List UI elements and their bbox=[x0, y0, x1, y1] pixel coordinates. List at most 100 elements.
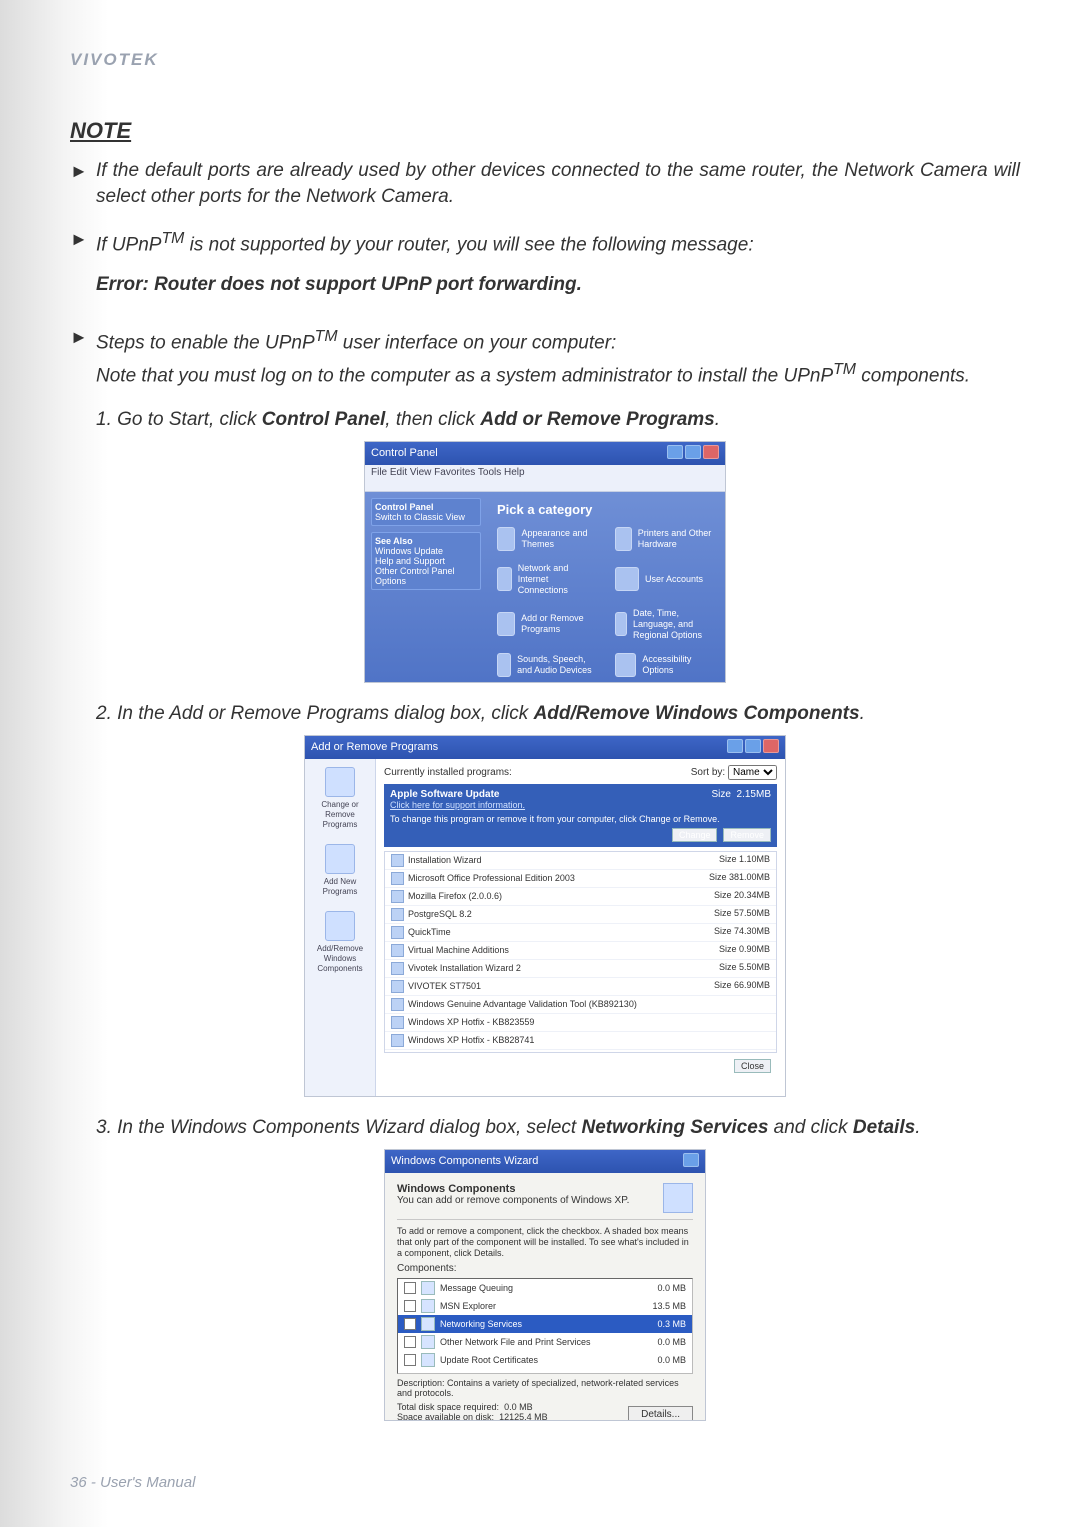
wiz-component-row[interactable]: Update Root Certificates 0.0 MB bbox=[398, 1351, 692, 1369]
label: Network and Internet Connections bbox=[518, 563, 597, 596]
wiz-component-row[interactable]: Networking Services0.3 MB bbox=[398, 1315, 692, 1333]
upnp-error-line: Error: Router does not support UPnP port… bbox=[96, 274, 1020, 296]
wiz-component-row[interactable]: Other Network File and Print Services0.0… bbox=[398, 1333, 692, 1351]
programs-icon bbox=[325, 767, 355, 797]
arp-program-row[interactable]: Vivotek Installation Wizard 2Size 5.50MB bbox=[385, 960, 776, 978]
window-buttons[interactable] bbox=[665, 445, 719, 462]
maximize-icon[interactable] bbox=[745, 739, 761, 753]
note-text-2: If UPnPTM is not supported by your route… bbox=[96, 226, 754, 258]
category-icon bbox=[615, 567, 639, 591]
program-name: Windows XP Hotfix - KB823559 bbox=[408, 1017, 534, 1027]
maximize-icon[interactable] bbox=[685, 445, 701, 459]
note-heading: NOTE bbox=[70, 118, 1020, 144]
tm-superscript: TM bbox=[833, 361, 856, 378]
cp-category-item[interactable]: Appearance and Themes bbox=[497, 527, 597, 551]
cp-category-item[interactable]: Sounds, Speech, and Audio Devices bbox=[497, 653, 597, 677]
arp-selected-program[interactable]: Apple Software Update Size 2.15MB Click … bbox=[384, 784, 777, 847]
arp-program-row[interactable]: VIVOTEK ST7501Size 66.90MB bbox=[385, 978, 776, 996]
window-buttons[interactable] bbox=[681, 1153, 699, 1170]
step-2-text: 2. In the Add or Remove Programs dialog … bbox=[96, 701, 1020, 727]
label: Total disk space required: bbox=[397, 1402, 499, 1412]
wiz-components-list[interactable]: Message Queuing0.0 MBMSN Explorer13.5 MB… bbox=[397, 1278, 693, 1374]
cp-category-item[interactable]: User Accounts bbox=[615, 563, 715, 596]
cp-category-item[interactable]: Date, Time, Language, and Regional Optio… bbox=[615, 608, 715, 641]
arp-program-row[interactable]: Installation WizardSize 1.10MB bbox=[385, 852, 776, 870]
arp-program-row[interactable]: Mozilla Firefox (2.0.0.6)Size 20.34MB bbox=[385, 888, 776, 906]
minimize-icon[interactable] bbox=[727, 739, 743, 753]
cp-side-link[interactable]: Other Control Panel Options bbox=[375, 566, 477, 586]
component-name: Update Root Certificates bbox=[440, 1355, 538, 1365]
arp-program-row[interactable]: PostgreSQL 8.2Size 57.50MB bbox=[385, 906, 776, 924]
cp-side-title: See Also bbox=[375, 536, 477, 546]
category-icon bbox=[497, 567, 512, 591]
close-icon[interactable] bbox=[763, 739, 779, 753]
arp-remove-button[interactable]: Remove bbox=[723, 828, 771, 842]
arp-side-windows-components[interactable]: Add/Remove Windows Components bbox=[316, 911, 364, 974]
program-name: Microsoft Office Professional Edition 20… bbox=[408, 873, 575, 883]
wiz-component-row[interactable]: Message Queuing0.0 MB bbox=[398, 1279, 692, 1297]
note-bullet-3: ► Steps to enable the UPnPTM user interf… bbox=[70, 324, 1020, 389]
wiz-details-button[interactable]: Details... bbox=[628, 1406, 693, 1421]
cp-switch-view-link[interactable]: Switch to Classic View bbox=[375, 512, 477, 522]
checkbox-icon[interactable] bbox=[404, 1318, 416, 1330]
cp-pick-category: Pick a category bbox=[497, 502, 715, 517]
arp-support-link[interactable]: Click here for support information. bbox=[390, 800, 771, 810]
cp-side-box: Control Panel Switch to Classic View bbox=[371, 498, 481, 526]
checkbox-icon[interactable] bbox=[404, 1300, 416, 1312]
program-size: Size 57.50MB bbox=[714, 908, 770, 921]
component-size: 0.0 MB bbox=[657, 1355, 686, 1365]
arp-side-add-new[interactable]: Add New Programs bbox=[316, 844, 364, 897]
wiz-component-row[interactable]: MSN Explorer13.5 MB bbox=[398, 1297, 692, 1315]
cp-category-item[interactable]: Accessibility Options bbox=[615, 653, 715, 677]
window-buttons[interactable] bbox=[725, 739, 779, 756]
program-icon bbox=[391, 872, 404, 885]
wiz-subheading: You can add or remove components of Wind… bbox=[397, 1195, 629, 1206]
arp-program-row[interactable]: QuickTimeSize 74.30MB bbox=[385, 924, 776, 942]
menubar[interactable]: File Edit View Favorites Tools Help bbox=[365, 465, 725, 492]
component-size: 0.0 MB bbox=[657, 1337, 686, 1347]
label: Size bbox=[712, 789, 731, 800]
arp-program-row[interactable]: Microsoft Office Professional Edition 20… bbox=[385, 870, 776, 888]
component-icon bbox=[421, 1317, 435, 1331]
checkbox-icon[interactable] bbox=[404, 1354, 416, 1366]
arp-side-change-remove[interactable]: Change or Remove Programs bbox=[316, 767, 364, 830]
checkbox-icon[interactable] bbox=[404, 1282, 416, 1294]
cp-side-link[interactable]: Help and Support bbox=[375, 556, 477, 566]
arp-close-button[interactable]: Close bbox=[734, 1059, 771, 1073]
program-size: Size 20.34MB bbox=[714, 890, 770, 903]
cp-category-item[interactable]: Add or Remove Programs bbox=[497, 608, 597, 641]
windows-logo-icon bbox=[663, 1183, 693, 1213]
arp-program-row[interactable]: Windows Genuine Advantage Validation Too… bbox=[385, 996, 776, 1014]
text-frag: 1. Go to Start, click bbox=[96, 409, 262, 430]
component-name: Message Queuing bbox=[440, 1283, 513, 1293]
program-icon bbox=[391, 1034, 404, 1047]
arp-program-row[interactable]: Windows XP Hotfix - KB823559 bbox=[385, 1014, 776, 1032]
note-text-1: If the default ports are already used by… bbox=[96, 158, 1020, 210]
cp-category-item[interactable]: Printers and Other Hardware bbox=[615, 527, 715, 551]
cp-side-link[interactable]: Windows Update bbox=[375, 546, 477, 556]
arp-sort-select[interactable]: Name bbox=[728, 765, 777, 780]
window-title: Add or Remove Programs bbox=[311, 741, 438, 753]
program-icon bbox=[391, 854, 404, 867]
component-icon bbox=[421, 1299, 435, 1313]
text-frag: . bbox=[715, 409, 720, 430]
program-icon bbox=[391, 926, 404, 939]
label: Accessibility Options bbox=[642, 654, 715, 676]
checkbox-icon[interactable] bbox=[404, 1336, 416, 1348]
label: Add or Remove Programs bbox=[521, 613, 597, 635]
text-frag: . bbox=[860, 703, 865, 724]
step-3-text: 3. In the Windows Components Wizard dial… bbox=[96, 1115, 1020, 1141]
text-bold: Add/Remove Windows Components bbox=[534, 703, 860, 724]
cp-category-item[interactable]: Network and Internet Connections bbox=[497, 563, 597, 596]
close-icon[interactable] bbox=[703, 445, 719, 459]
label: Add New Programs bbox=[323, 877, 358, 896]
arp-hint: To change this program or remove it from… bbox=[390, 814, 771, 824]
arp-program-row[interactable]: Virtual Machine AdditionsSize 0.90MB bbox=[385, 942, 776, 960]
arp-change-button[interactable]: Change bbox=[672, 828, 718, 842]
close-icon[interactable] bbox=[683, 1153, 699, 1167]
arp-sort[interactable]: Sort by: Name bbox=[691, 765, 777, 780]
minimize-icon[interactable] bbox=[667, 445, 683, 459]
arp-program-row[interactable]: Windows XP Hotfix - KB828741 bbox=[385, 1032, 776, 1050]
label: Add/Remove Windows Components bbox=[317, 944, 363, 973]
arp-program-list[interactable]: Installation WizardSize 1.10MB Microsoft … bbox=[384, 851, 777, 1053]
